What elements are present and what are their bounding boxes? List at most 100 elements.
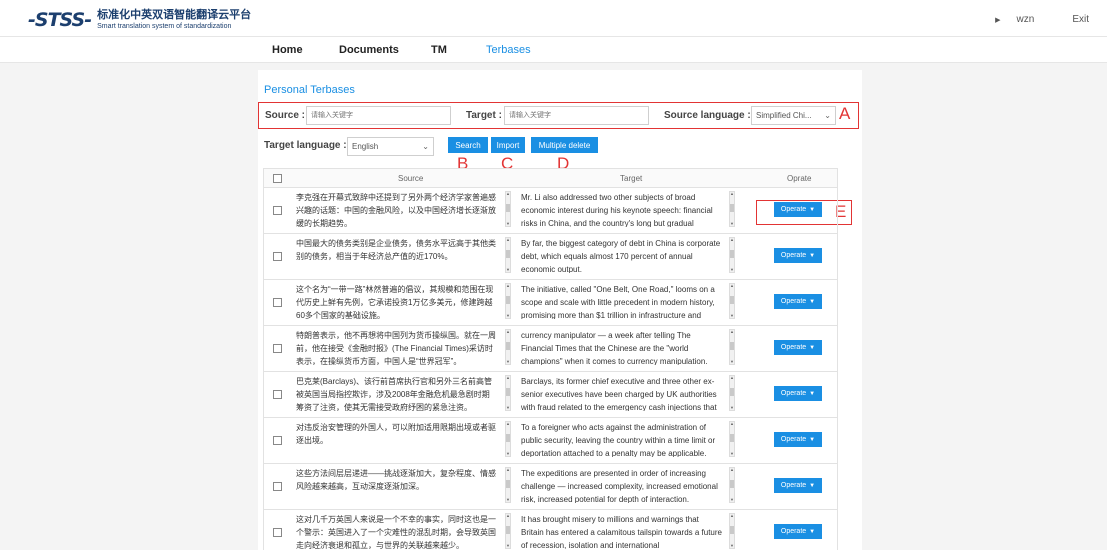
- scroll-down-icon[interactable]: ▼: [506, 452, 510, 456]
- target-language-select[interactable]: English ⌄: [347, 137, 434, 156]
- row-source-text[interactable]: 中国最大的债务类别是企业债务，债务水平远高于其他类别的债务，相当于年经济总产值的…: [296, 237, 497, 273]
- scroll-thumb[interactable]: [506, 388, 510, 396]
- multiple-delete-button[interactable]: Multiple delete: [531, 137, 598, 153]
- scroll-down-icon[interactable]: ▼: [730, 498, 734, 502]
- source-scrollbar[interactable]: ▲ ▼: [505, 191, 511, 227]
- row-source-text[interactable]: 这个名为“一带一路”林然普遍的倡议，其规模和范围在现代历史上鲜有先例，它承诺投资…: [296, 283, 497, 319]
- scroll-thumb[interactable]: [506, 480, 510, 488]
- row-checkbox[interactable]: [273, 206, 282, 215]
- target-scrollbar[interactable]: ▲ ▼: [729, 329, 735, 365]
- scroll-up-icon[interactable]: ▲: [506, 422, 510, 426]
- source-scrollbar[interactable]: ▲ ▼: [505, 467, 511, 503]
- source-scrollbar[interactable]: ▲ ▼: [505, 329, 511, 365]
- operate-button[interactable]: Operate ▼: [774, 386, 822, 401]
- scroll-up-icon[interactable]: ▲: [730, 284, 734, 288]
- row-target-text[interactable]: Barclays, its former chief executive and…: [521, 375, 723, 411]
- target-scrollbar[interactable]: ▲ ▼: [729, 421, 735, 457]
- source-language-select[interactable]: Simplified Chi... ⌄: [751, 106, 836, 125]
- target-scrollbar[interactable]: ▲ ▼: [729, 375, 735, 411]
- scroll-up-icon[interactable]: ▲: [730, 330, 734, 334]
- scroll-up-icon[interactable]: ▲: [506, 284, 510, 288]
- scroll-up-icon[interactable]: ▲: [730, 422, 734, 426]
- target-scrollbar[interactable]: ▲ ▼: [729, 467, 735, 503]
- nav-home[interactable]: Home: [272, 44, 303, 56]
- target-scrollbar[interactable]: ▲ ▼: [729, 191, 735, 227]
- scroll-thumb[interactable]: [730, 250, 734, 258]
- nav-documents[interactable]: Documents: [339, 44, 399, 56]
- row-checkbox[interactable]: [273, 344, 282, 353]
- scroll-up-icon[interactable]: ▲: [730, 192, 734, 196]
- row-target-text[interactable]: currency manipulator — a week after tell…: [521, 329, 723, 365]
- scroll-thumb[interactable]: [506, 434, 510, 442]
- scroll-down-icon[interactable]: ▼: [506, 222, 510, 226]
- scroll-down-icon[interactable]: ▼: [506, 406, 510, 410]
- target-scrollbar[interactable]: ▲ ▼: [729, 283, 735, 319]
- source-search-input[interactable]: [306, 106, 451, 125]
- scroll-up-icon[interactable]: ▲: [506, 192, 510, 196]
- select-all-checkbox[interactable]: [273, 174, 282, 183]
- row-target-text[interactable]: Mr. Li also addressed two other subjects…: [521, 191, 723, 227]
- row-target-text[interactable]: By far, the biggest category of debt in …: [521, 237, 723, 273]
- scroll-thumb[interactable]: [730, 388, 734, 396]
- username[interactable]: wzn: [1017, 14, 1035, 25]
- row-source-text[interactable]: 特朗普表示，他不再想将中国列为货币操纵国。就在一周前，他在接受《金融时报》(Th…: [296, 329, 497, 365]
- exit-link[interactable]: Exit: [1072, 14, 1089, 25]
- nav-tm[interactable]: TM: [431, 44, 447, 56]
- scroll-down-icon[interactable]: ▼: [506, 544, 510, 548]
- scroll-thumb[interactable]: [730, 434, 734, 442]
- row-checkbox[interactable]: [273, 482, 282, 491]
- caret-right-icon[interactable]: ▶: [995, 16, 1000, 24]
- row-checkbox[interactable]: [273, 252, 282, 261]
- scroll-thumb[interactable]: [506, 342, 510, 350]
- scroll-down-icon[interactable]: ▼: [506, 498, 510, 502]
- scroll-down-icon[interactable]: ▼: [506, 268, 510, 272]
- operate-button[interactable]: Operate ▼: [774, 478, 822, 493]
- operate-button[interactable]: Operate ▼: [774, 294, 822, 309]
- scroll-down-icon[interactable]: ▼: [730, 544, 734, 548]
- operate-button[interactable]: Operate ▼: [774, 432, 822, 447]
- scroll-up-icon[interactable]: ▲: [506, 468, 510, 472]
- operate-button[interactable]: Operate ▼: [774, 248, 822, 263]
- row-checkbox[interactable]: [273, 528, 282, 537]
- scroll-down-icon[interactable]: ▼: [730, 452, 734, 456]
- scroll-up-icon[interactable]: ▲: [506, 514, 510, 518]
- row-source-text[interactable]: 巴克莱(Barclays)、该行前首席执行官和另外三名前高管被英国当局指控欺诈，…: [296, 375, 497, 411]
- scroll-up-icon[interactable]: ▲: [730, 468, 734, 472]
- row-target-text[interactable]: It has brought misery to millions and wa…: [521, 513, 723, 549]
- scroll-thumb[interactable]: [506, 204, 510, 212]
- scroll-down-icon[interactable]: ▼: [730, 314, 734, 318]
- row-target-text[interactable]: The initiative, called "One Belt, One Ro…: [521, 283, 723, 319]
- scroll-thumb[interactable]: [506, 250, 510, 258]
- operate-button[interactable]: Operate ▼: [774, 524, 822, 539]
- scroll-down-icon[interactable]: ▼: [730, 406, 734, 410]
- source-scrollbar[interactable]: ▲ ▼: [505, 513, 511, 549]
- scroll-up-icon[interactable]: ▲: [506, 238, 510, 242]
- source-scrollbar[interactable]: ▲ ▼: [505, 375, 511, 411]
- scroll-up-icon[interactable]: ▲: [506, 376, 510, 380]
- row-checkbox[interactable]: [273, 436, 282, 445]
- scroll-thumb[interactable]: [506, 296, 510, 304]
- row-target-text[interactable]: To a foreigner who acts against the admi…: [521, 421, 723, 457]
- row-checkbox[interactable]: [273, 390, 282, 399]
- import-button[interactable]: Import: [491, 137, 525, 153]
- scroll-thumb[interactable]: [730, 342, 734, 350]
- operate-button[interactable]: Operate ▼: [774, 340, 822, 355]
- scroll-up-icon[interactable]: ▲: [730, 238, 734, 242]
- scroll-down-icon[interactable]: ▼: [730, 268, 734, 272]
- scroll-thumb[interactable]: [730, 526, 734, 534]
- scroll-down-icon[interactable]: ▼: [730, 360, 734, 364]
- scroll-up-icon[interactable]: ▲: [730, 514, 734, 518]
- scroll-thumb[interactable]: [730, 296, 734, 304]
- scroll-up-icon[interactable]: ▲: [730, 376, 734, 380]
- nav-terbases[interactable]: Terbases: [486, 44, 531, 56]
- scroll-thumb[interactable]: [506, 526, 510, 534]
- app-logo[interactable]: -STSS- 标准化中英双语智能翻译云平台 Smart translation …: [28, 9, 251, 31]
- scroll-down-icon[interactable]: ▼: [506, 314, 510, 318]
- row-checkbox[interactable]: [273, 298, 282, 307]
- scroll-down-icon[interactable]: ▼: [506, 360, 510, 364]
- search-button[interactable]: Search: [448, 137, 488, 153]
- scroll-up-icon[interactable]: ▲: [506, 330, 510, 334]
- source-scrollbar[interactable]: ▲ ▼: [505, 421, 511, 457]
- target-scrollbar[interactable]: ▲ ▼: [729, 513, 735, 549]
- scroll-thumb[interactable]: [730, 480, 734, 488]
